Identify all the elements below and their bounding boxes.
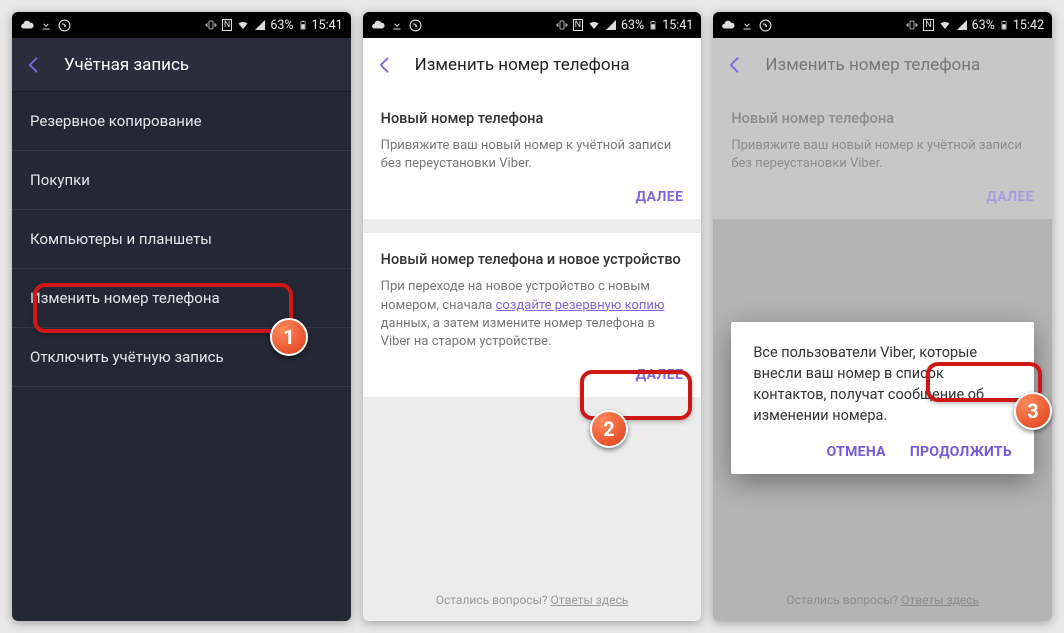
card-text: Привяжите ваш новый номер к учётной запи…	[381, 137, 684, 173]
wifi-icon	[587, 19, 601, 31]
item-deactivate[interactable]: Отключить учётную запись	[12, 328, 351, 387]
download-icon	[40, 19, 52, 31]
next-button-2[interactable]: ДАЛЕЕ	[381, 367, 684, 383]
nfc-icon: N	[573, 19, 583, 31]
screen-confirm-dialog: N 63% 15:42 Изменить номер телефона Новы…	[713, 12, 1052, 621]
signal-icon	[956, 19, 968, 31]
wifi-icon	[938, 19, 952, 31]
back-arrow-icon[interactable]	[375, 55, 395, 75]
settings-list: Резервное копирование Покупки Компьютеры…	[12, 92, 351, 621]
card-new-number: Новый номер телефона Привяжите ваш новый…	[363, 92, 702, 219]
nfc-icon: N	[923, 19, 933, 31]
change-number-body: Новый номер телефона Привяжите ваш новый…	[363, 92, 702, 621]
statusbar: N 63% 15:42	[713, 12, 1052, 38]
footer-help: Остались вопросы? Ответы здесь	[363, 579, 702, 621]
create-backup-link[interactable]: создайте резервную копию	[496, 298, 665, 313]
appbar: Учётная запись	[12, 38, 351, 92]
download-icon	[741, 19, 753, 31]
card-text: При переходе на новое устройство с новым…	[381, 278, 684, 351]
statusbar: N 63% 15:41	[12, 12, 351, 38]
signal-icon	[605, 19, 617, 31]
nfc-icon: N	[222, 19, 232, 31]
battery-pct: 63%	[972, 18, 995, 33]
viber-icon	[58, 19, 71, 32]
appbar-title: Учётная запись	[64, 55, 189, 75]
clock: 15:41	[662, 18, 693, 33]
vibrate-icon	[555, 19, 569, 31]
continue-button[interactable]: ПРОДОЛЖИТЬ	[910, 444, 1012, 460]
appbar: Изменить номер телефона	[713, 38, 1052, 92]
card-title: Новый номер телефона и новое устройство	[381, 251, 684, 268]
dialog-text: Все пользователи Viber, которые внесли в…	[753, 342, 1012, 426]
item-computers-tablets[interactable]: Компьютеры и планшеты	[12, 210, 351, 269]
viber-icon	[759, 19, 772, 32]
item-purchases[interactable]: Покупки	[12, 151, 351, 210]
card-title: Новый номер телефона	[381, 110, 684, 127]
wifi-icon	[236, 19, 250, 31]
back-arrow-icon[interactable]	[725, 55, 745, 75]
clock: 15:41	[312, 18, 343, 33]
change-number-body-dim: Новый номер телефона Привяжите ваш новый…	[713, 92, 1052, 621]
vibrate-icon	[204, 19, 218, 31]
clock: 15:42	[1013, 18, 1044, 33]
battery-icon	[298, 18, 308, 32]
vibrate-icon	[905, 19, 919, 31]
appbar-title: Изменить номер телефона	[415, 55, 630, 75]
battery-icon	[999, 18, 1009, 32]
battery-pct: 63%	[270, 18, 293, 33]
card-new-number-device: Новый номер телефона и новое устройство …	[363, 233, 702, 397]
screen-change-number: N 63% 15:41 Изменить номер телефона Новы…	[363, 12, 702, 621]
cloud-upload-icon	[721, 18, 735, 32]
battery-icon	[648, 18, 658, 32]
appbar: Изменить номер телефона	[363, 38, 702, 92]
signal-icon	[254, 19, 266, 31]
viber-icon	[409, 19, 422, 32]
item-change-number[interactable]: Изменить номер телефона	[12, 269, 351, 328]
cancel-button[interactable]: ОТМЕНА	[827, 444, 886, 460]
item-backup[interactable]: Резервное копирование	[12, 92, 351, 151]
statusbar: N 63% 15:41	[363, 12, 702, 38]
cloud-upload-icon	[20, 18, 34, 32]
confirm-dialog: Все пользователи Viber, которые внесли в…	[731, 322, 1034, 474]
cloud-upload-icon	[371, 18, 385, 32]
screen-account: N 63% 15:41 Учётная запись Резервное коп…	[12, 12, 351, 621]
next-button-1[interactable]: ДАЛЕЕ	[381, 189, 684, 205]
battery-pct: 63%	[621, 18, 644, 33]
appbar-title: Изменить номер телефона	[765, 55, 980, 75]
footer-answers-link[interactable]: Ответы здесь	[551, 593, 629, 607]
text-post: данных, а затем измените номер телефона …	[381, 316, 655, 349]
back-arrow-icon[interactable]	[24, 55, 44, 75]
download-icon	[391, 19, 403, 31]
footer-q-text: Остались вопросы?	[436, 593, 551, 607]
